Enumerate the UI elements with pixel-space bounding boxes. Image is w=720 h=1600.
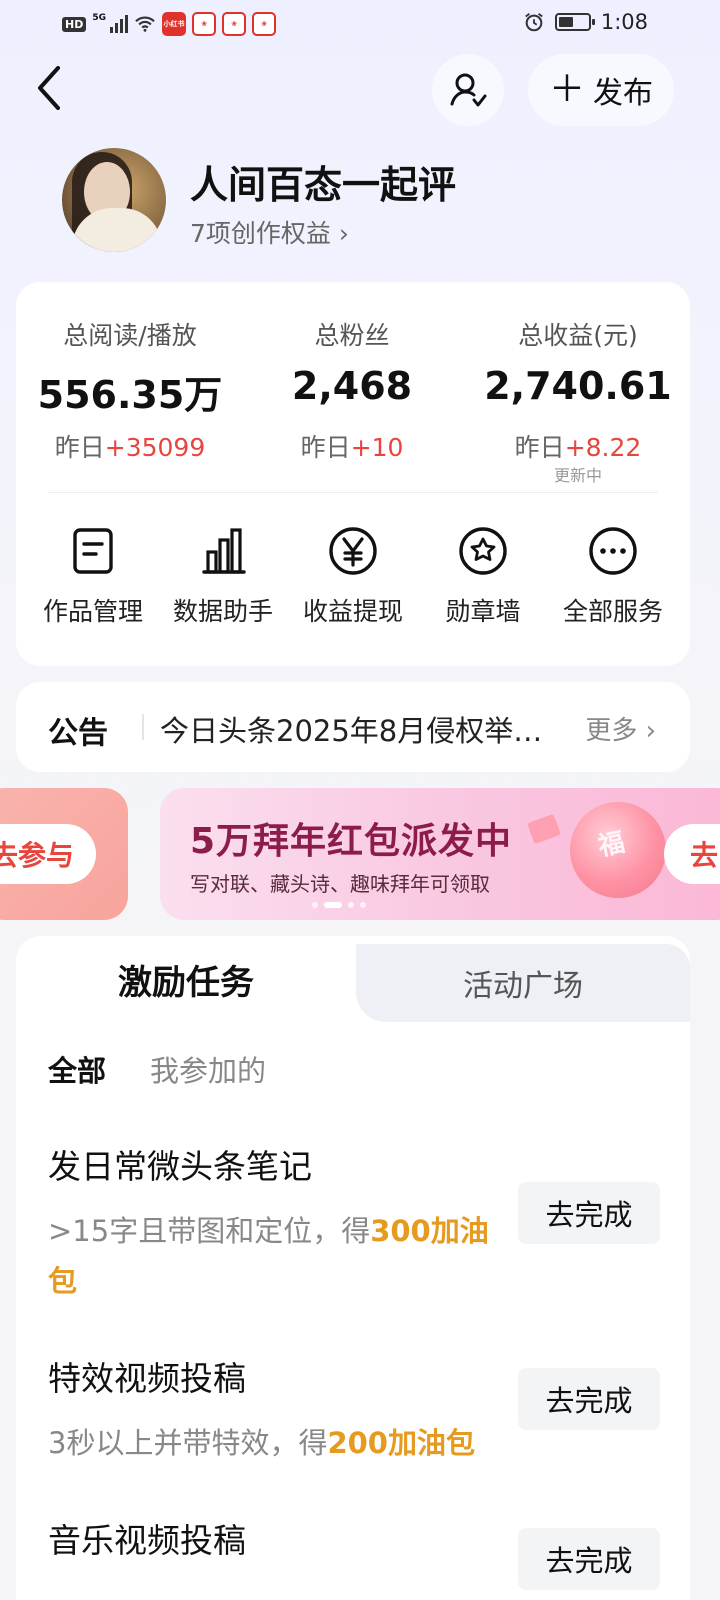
publish-button[interactable]: ＋ 发布: [528, 54, 674, 126]
service-badge-wall[interactable]: 勋章墙: [418, 518, 548, 628]
banner-previous[interactable]: 去参与: [0, 788, 128, 920]
notification-app-icon: ❀: [222, 12, 246, 36]
more-icon: [589, 527, 637, 575]
chevron-right-icon: ›: [338, 219, 349, 248]
avatar[interactable]: [62, 148, 166, 252]
wifi-icon: [135, 16, 155, 32]
task-desc: >15字且带图和定位，得300加油包: [48, 1214, 489, 1298]
service-label: 作品管理: [42, 597, 143, 626]
user-check-icon: [450, 73, 487, 107]
announcement-more-link[interactable]: 更多 ›: [585, 710, 656, 747]
task-item: 特效视频投稿 3秒以上并带特效，得200加油包 去完成: [48, 1352, 660, 1468]
filter-joined[interactable]: 我参加的: [150, 1048, 266, 1090]
stat-label: 总收益(元): [518, 321, 638, 350]
banner-join-button[interactable]: 去参与: [0, 824, 96, 884]
stat-value: 2,740.61: [484, 364, 672, 408]
service-label: 数据助手: [172, 597, 273, 626]
creator-benefits-label: 7项创作权益: [190, 219, 331, 248]
back-icon[interactable]: [30, 62, 70, 114]
task-complete-button[interactable]: 去完成: [518, 1182, 660, 1244]
stat-label: 总粉丝: [314, 321, 390, 350]
task-desc: 3秒以上并带特效，得200加油包: [48, 1426, 475, 1460]
announcement-tag: 公告: [48, 716, 108, 751]
stat-value: 2,468: [291, 364, 413, 408]
notification-app-icon: ❀: [192, 12, 216, 36]
task-item: 音乐视频投稿 去完成: [48, 1514, 660, 1590]
service-works-management[interactable]: 作品管理: [28, 518, 158, 628]
yen-icon: [329, 527, 377, 575]
xiaohongshu-app-icon: 小红书: [162, 12, 186, 36]
stats-card: 总阅读/播放 556.35万 昨日+35099 总粉丝 2,468 昨日+10 …: [16, 282, 690, 666]
bar-chart-icon: [202, 528, 246, 574]
notification-app-icon: ❀: [252, 12, 276, 36]
carousel-dot-active: [324, 902, 342, 908]
tab-incentive-tasks[interactable]: 激励任务: [16, 936, 356, 1022]
banner-title: 5万拜年红包派发中: [190, 821, 513, 862]
carousel-indicator: [312, 902, 366, 908]
follow-user-button[interactable]: [432, 54, 504, 126]
announcement-text[interactable]: 今日头条2025年8月侵权举报…: [160, 708, 560, 750]
service-label: 收益提现: [302, 597, 403, 626]
battery-icon: [554, 13, 595, 31]
task-complete-button[interactable]: 去完成: [518, 1368, 660, 1430]
service-data-assistant[interactable]: 数据助手: [158, 518, 288, 628]
task-complete-button[interactable]: 去完成: [518, 1528, 660, 1590]
network-type: 5G: [92, 13, 106, 23]
carousel-dot: [348, 902, 354, 908]
updating-note: 更新中: [553, 466, 602, 485]
signal-icon: [110, 15, 128, 33]
stat-delta: 昨日+8.22: [514, 433, 642, 462]
hd-indicator: HD: [62, 16, 87, 32]
stat-delta: 昨日+35099: [54, 433, 206, 462]
banner-subtitle: 写对联、藏头诗、趣味拜年可领取: [190, 872, 490, 896]
service-all-services[interactable]: 全部服务: [548, 518, 678, 628]
lantern-icon: 福: [570, 802, 666, 898]
task-title: 发日常微头条笔记: [48, 1147, 312, 1186]
account-name: 人间百态一起评: [190, 163, 457, 207]
divider: [142, 714, 144, 740]
document-icon: [73, 528, 113, 574]
task-item: 发日常微头条笔记 >15字且带图和定位，得300加油包 去完成: [48, 1140, 660, 1306]
banner-go-button[interactable]: 去: [664, 824, 720, 884]
alarm-icon: [525, 13, 543, 32]
stat-label: 总阅读/播放: [63, 321, 197, 350]
task-reward: 200加油包: [327, 1426, 475, 1460]
filter-all[interactable]: 全部: [48, 1048, 106, 1090]
divider: [48, 492, 658, 493]
status-bar: HD 5G 小红书 ❀ ❀ ❀ 1:08: [0, 0, 720, 48]
carousel-dot: [360, 902, 366, 908]
publish-label: 发布: [593, 76, 653, 111]
service-withdraw-income[interactable]: 收益提现: [288, 518, 418, 628]
carousel-dot: [312, 902, 318, 908]
clock: 1:08: [600, 10, 648, 34]
tasks-panel: 激励任务 活动广场 全部 我参加的 发日常微头条笔记 >15字且带图和定位，得3…: [16, 936, 690, 1600]
plus-icon: ＋: [548, 69, 585, 110]
stat-delta: 昨日+10: [300, 433, 404, 462]
red-envelope-icon: [527, 813, 561, 845]
badge-icon: [459, 527, 507, 575]
tab-activity-square[interactable]: 活动广场: [356, 944, 690, 1022]
announcement-bar[interactable]: 公告 今日头条2025年8月侵权举报… 更多 ›: [16, 682, 690, 772]
service-label: 勋章墙: [445, 597, 521, 626]
creator-benefits-link[interactable]: 7项创作权益 ›: [190, 214, 349, 250]
service-label: 全部服务: [562, 597, 663, 626]
stat-value: 556.35万: [37, 373, 223, 417]
banner-red-packet[interactable]: 5万拜年红包派发中 写对联、藏头诗、趣味拜年可领取 福 去: [160, 788, 720, 920]
